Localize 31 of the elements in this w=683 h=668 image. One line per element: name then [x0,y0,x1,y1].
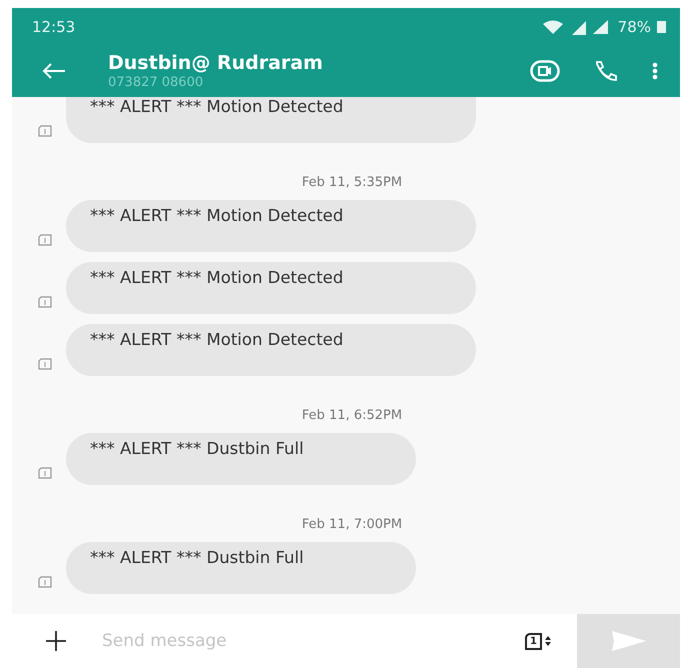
video-call-icon[interactable] [530,60,560,82]
message-input-field[interactable]: Send message [100,630,526,652]
battery-icon [657,20,666,34]
phone-icon[interactable] [594,60,618,82]
add-icon[interactable] [46,631,66,651]
sim-selector[interactable]: 1 [525,632,542,650]
message-bubble: *** ALERT *** Motion Detected [66,324,476,376]
signal-icon [592,20,608,34]
message-bubble: *** ALERT *** Dustbin Full [66,433,416,485]
back-arrow-icon[interactable] [42,63,66,80]
message-timestamp: Feb 11, 7:00PM [300,517,402,532]
sim-card-icon [38,125,52,137]
message-timestamp: Feb 11, 5:35PM [300,175,402,190]
message-timestamp: Feb 11, 6:52PM [300,408,402,423]
phone-number: 073827 08600 [108,75,204,90]
sim-card-icon [38,296,52,308]
message-bubble: *** ALERT *** Motion Detected [66,262,476,314]
sim-card-icon [38,576,52,588]
sim-card-icon [38,358,52,370]
more-options-icon[interactable] [652,62,658,80]
message-bubble: *** ALERT *** Motion Detected [66,200,476,252]
wifi-icon [542,20,563,34]
sim-card-icon [38,234,52,246]
battery-percentage: 78% [618,18,651,36]
send-icon [612,631,646,651]
sim-card-icon [38,467,52,479]
clock-time: 12:53 [32,18,76,36]
message-bubble: *** ALERT *** Motion Detected [66,97,476,143]
up-down-icon [545,636,551,646]
message-bubble: *** ALERT *** Dustbin Full [66,542,416,594]
contact-name: Dustbin@ Rudraram [108,52,324,74]
